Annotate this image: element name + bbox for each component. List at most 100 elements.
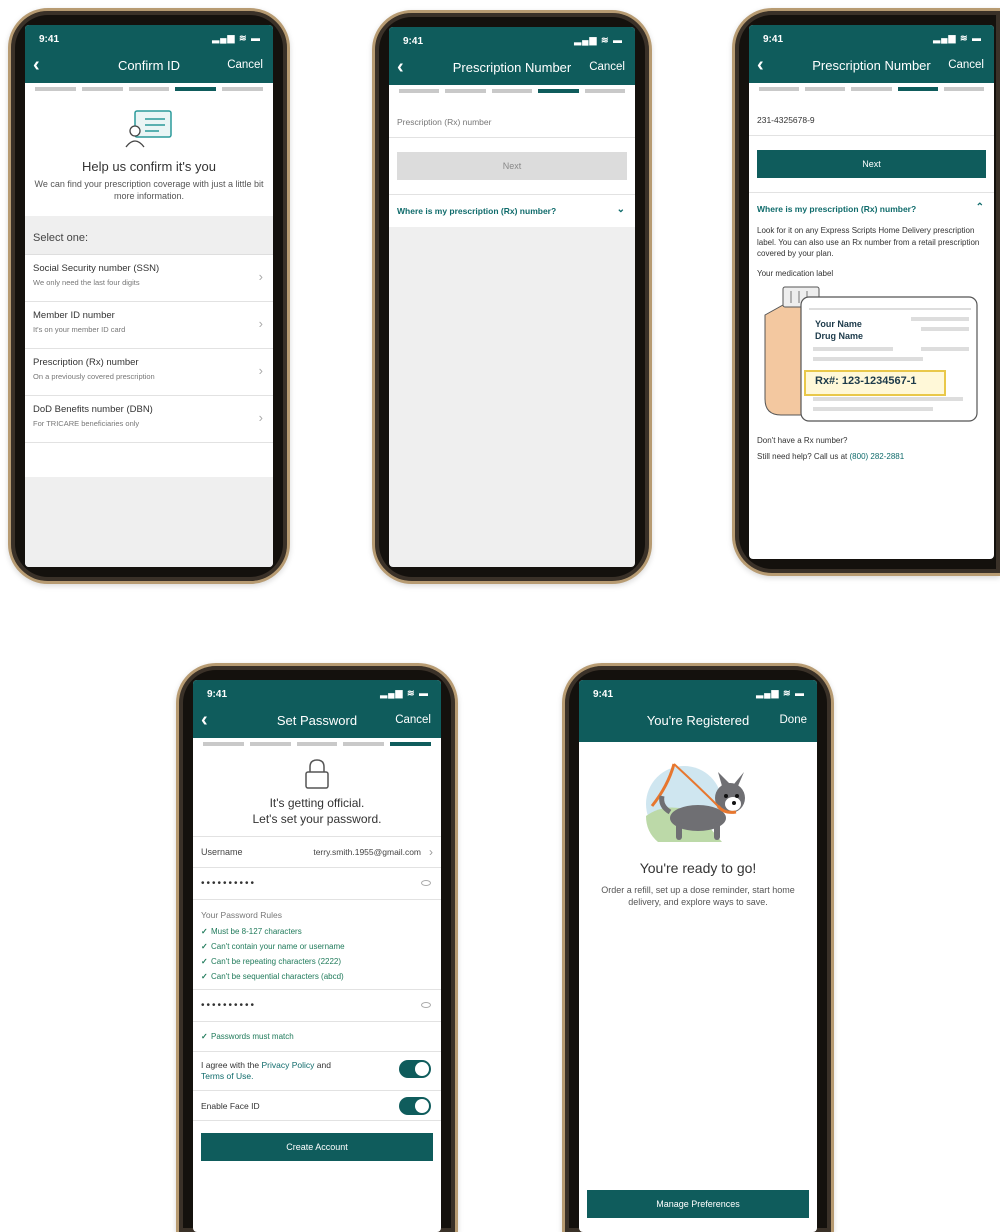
option-rx-number[interactable]: Prescription (Rx) number On a previously… (25, 349, 273, 396)
toggle-knob (415, 1099, 429, 1113)
option-subtitle: It's on your member ID card (33, 325, 126, 334)
create-account-button[interactable]: Create Account (201, 1133, 433, 1161)
username-value: terry.smith.1955@gmail.com (313, 847, 421, 857)
progress-step (943, 87, 985, 91)
cancel-button[interactable]: Cancel (589, 61, 625, 73)
label-drug-text: Drug Name (815, 331, 864, 341)
rule-text: Passwords must match (211, 1032, 294, 1041)
screen-set-password: 9:41 ▂▄▆ ≋ ▬ ‹ Set Password Cancel It's … (193, 680, 441, 1232)
medication-label-graphic (764, 286, 978, 422)
chevron-up-icon: ⌃ (975, 202, 984, 213)
option-title: Social Security number (SSN) (33, 263, 160, 274)
status-time: 9:41 (39, 34, 60, 45)
progress-step-active (538, 89, 579, 93)
rule-text: Can't be repeating characters (2222) (211, 957, 342, 966)
progress-step (128, 87, 170, 91)
screen-registered: 9:41 ▂▄▆ ≋ ▬ You're Registered Done You'… (579, 680, 817, 1232)
page-body: Order a refill, set up a dose reminder, … (601, 885, 795, 907)
chevron-right-icon: › (429, 845, 433, 859)
rx-help-expander[interactable]: Where is my prescription (Rx) number? ⌃ (749, 192, 994, 225)
confirm-password-field[interactable]: •••••••••• (193, 990, 441, 1022)
username-label: Username (201, 847, 243, 857)
chevron-right-icon: › (258, 363, 263, 378)
terms-link[interactable]: Terms of Use. (201, 1071, 253, 1081)
progress-steps (193, 738, 441, 752)
heading-line-2: Let's set your password. (252, 812, 382, 826)
progress-step (491, 89, 533, 93)
screen-confirm-id: 9:41 ▂▄▆ ≋ ▬ ‹ Confirm ID Cancel Help us (25, 25, 273, 567)
status-indicators: ▂▄▆ ≋ ▬ (574, 35, 623, 45)
next-button[interactable]: Next (757, 150, 986, 178)
page-heading: Help us confirm it's you (82, 159, 216, 174)
top-bar: 9:41 ▂▄▆ ≋ ▬ ‹ Prescription Number Cance… (389, 27, 635, 85)
top-bar: 9:41 ▂▄▆ ≋ ▬ You're Registered Done (579, 680, 817, 742)
option-dod-benefits[interactable]: DoD Benefits number (DBN) For TRICARE be… (25, 396, 273, 443)
rx-number-input[interactable]: Prescription (Rx) number (389, 99, 635, 138)
option-member-id[interactable]: Member ID number It's on your member ID … (25, 302, 273, 349)
label-rx-text: Rx#: 123-1234567-1 (815, 375, 917, 387)
progress-step (296, 742, 338, 746)
progress-steps (389, 85, 635, 99)
nav-bar: ‹ Prescription Number Cancel (749, 51, 994, 83)
progress-steps (25, 83, 273, 97)
phone-registered: 9:41 ▂▄▆ ≋ ▬ You're Registered Done You'… (562, 663, 834, 1232)
chevron-down-icon: ⌄ (616, 204, 625, 215)
status-bar: 9:41 ▂▄▆ ≋ ▬ (389, 27, 635, 53)
nav-bar: You're Registered Done (579, 706, 817, 742)
face-id-toggle[interactable] (399, 1097, 431, 1115)
screen-rx-empty: 9:41 ▂▄▆ ≋ ▬ ‹ Prescription Number Cance… (389, 27, 635, 567)
phone-rx-filled: 9:41 ▂▄▆ ≋ ▬ ‹ Prescription Number Cance… (732, 8, 1000, 576)
progress-step-active (175, 87, 217, 91)
confirm-password-mask: •••••••••• (201, 1000, 257, 1011)
agree-toggle[interactable] (399, 1060, 431, 1078)
medication-label-illustration: Your Name Drug Name Rx#: 123-1234567-1 (749, 285, 994, 425)
option-ssn[interactable]: Social Security number (SSN) We only nee… (25, 255, 273, 302)
progress-step (203, 742, 244, 746)
eye-icon[interactable] (421, 1002, 431, 1008)
check-icon: ✓ (201, 972, 208, 981)
toggle-knob (415, 1062, 429, 1076)
progress-step (222, 87, 263, 91)
no-rx-text: Don't have a Rx number? (757, 436, 848, 445)
password-field[interactable]: •••••••••• (193, 868, 441, 900)
expander-label: Where is my prescription (Rx) number? (757, 204, 917, 214)
option-title: Prescription (Rx) number (33, 357, 139, 368)
phone-set-password: 9:41 ▂▄▆ ≋ ▬ ‹ Set Password Cancel It's … (176, 663, 458, 1232)
cancel-button[interactable]: Cancel (395, 714, 431, 726)
phone-link[interactable]: (800) 282-2881 (850, 452, 905, 461)
done-button[interactable]: Done (780, 714, 808, 726)
eye-icon[interactable] (421, 880, 431, 886)
progress-step (805, 87, 846, 91)
rule-text: Must be 8-127 characters (211, 927, 302, 936)
check-icon: ✓ (201, 1032, 208, 1041)
rx-help-expander[interactable]: Where is my prescription (Rx) number? ⌄ (389, 194, 635, 227)
option-subtitle: On a previously covered prescription (33, 372, 155, 381)
check-icon: ✓ (201, 927, 208, 936)
privacy-policy-link[interactable]: Privacy Policy (261, 1060, 314, 1070)
manage-preferences-button[interactable]: Manage Preferences (587, 1190, 809, 1218)
progress-step (584, 89, 626, 93)
check-icon: ✓ (201, 957, 208, 966)
match-rule: ✓ Passwords must match (193, 1022, 441, 1052)
top-bar: 9:41 ▂▄▆ ≋ ▬ ‹ Prescription Number Cance… (749, 25, 994, 83)
cancel-button[interactable]: Cancel (948, 59, 984, 71)
password-rule: ✓ Must be 8-127 characters (193, 924, 441, 939)
next-button[interactable]: Next (397, 152, 627, 180)
progress-step (851, 87, 892, 91)
cancel-button[interactable]: Cancel (227, 59, 263, 71)
status-indicators: ▂▄▆ ≋ ▬ (212, 33, 261, 43)
select-label: Select one: (25, 216, 273, 255)
face-id-label: Enable Face ID (201, 1101, 260, 1111)
username-row[interactable]: Username terry.smith.1955@gmail.com › (193, 836, 441, 868)
rx-number-input[interactable]: 231-4325678-9 (749, 97, 994, 136)
status-time: 9:41 (593, 689, 614, 700)
status-bar: 9:41 ▂▄▆ ≋ ▬ (749, 25, 994, 51)
chevron-right-icon: › (258, 269, 263, 284)
agree-text: I agree with the Privacy Policy and Term… (201, 1060, 391, 1082)
progress-step (399, 89, 440, 93)
option-title: Member ID number (33, 310, 115, 321)
progress-step (35, 87, 76, 91)
nav-bar: ‹ Prescription Number Cancel (389, 53, 635, 85)
status-indicators: ▂▄▆ ≋ ▬ (756, 688, 805, 698)
rx-help-text: Look for it on any Express Scripts Home … (757, 226, 980, 258)
